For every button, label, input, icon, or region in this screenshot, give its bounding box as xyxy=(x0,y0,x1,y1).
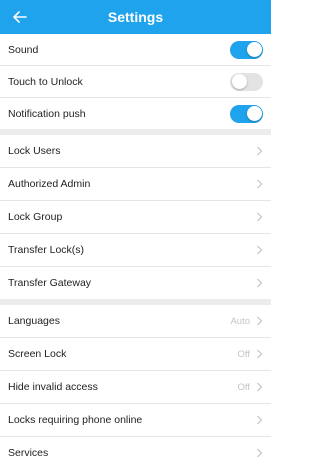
page-title: Settings xyxy=(107,9,164,25)
menu-item-label: Lock Group xyxy=(8,211,63,223)
menu-item-label: Hide invalid access xyxy=(8,381,98,393)
settings-screen: Settings Sound Touch to Unlock Notificat… xyxy=(0,0,271,457)
menu-item-languages[interactable]: Languages Auto xyxy=(0,305,271,338)
chevron-right-icon xyxy=(257,179,263,189)
notification-push-toggle[interactable] xyxy=(230,104,263,123)
toggle-knob xyxy=(246,42,262,57)
setting-value: Auto xyxy=(230,315,250,327)
menu-item-lock-group[interactable]: Lock Group xyxy=(0,201,271,234)
lock-menu-group: Lock Users Authorized Admin Lock Group T… xyxy=(0,135,271,299)
toggle-knob xyxy=(231,74,247,89)
menu-item-hide-invalid-access[interactable]: Hide invalid access Off xyxy=(0,371,271,404)
menu-item-label: Transfer Lock(s) xyxy=(8,244,85,256)
setting-row-notification-push: Notification push xyxy=(0,98,271,129)
menu-item-transfer-locks[interactable]: Transfer Lock(s) xyxy=(0,234,271,267)
menu-item-label: Screen Lock xyxy=(8,348,67,360)
sound-toggle[interactable] xyxy=(230,40,263,59)
toggle-knob xyxy=(246,106,262,121)
chevron-right-icon xyxy=(257,349,263,359)
setting-value: Off xyxy=(237,381,251,393)
menu-item-transfer-gateway[interactable]: Transfer Gateway xyxy=(0,267,271,299)
menu-item-lock-users[interactable]: Lock Users xyxy=(0,135,271,168)
chevron-right-icon xyxy=(257,146,263,156)
menu-item-label: Languages xyxy=(8,315,60,327)
menu-item-services[interactable]: Services xyxy=(0,437,271,457)
menu-item-label: Lock Users xyxy=(8,145,61,157)
chevron-right-icon xyxy=(257,316,263,326)
menu-item-locks-requiring-phone-online[interactable]: Locks requiring phone online xyxy=(0,404,271,437)
header-bar: Settings xyxy=(0,0,271,34)
setting-row-touch-to-unlock: Touch to Unlock xyxy=(0,66,271,98)
menu-item-authorized-admin[interactable]: Authorized Admin xyxy=(0,168,271,201)
chevron-right-icon xyxy=(257,382,263,392)
setting-label: Touch to Unlock xyxy=(8,75,83,88)
menu-item-label: Locks requiring phone online xyxy=(8,414,143,426)
setting-row-sound: Sound xyxy=(0,34,271,66)
chevron-right-icon xyxy=(257,415,263,425)
touch-to-unlock-toggle[interactable] xyxy=(230,72,263,91)
menu-item-screen-lock[interactable]: Screen Lock Off xyxy=(0,338,271,371)
menu-item-label: Authorized Admin xyxy=(8,178,91,190)
setting-value: Off xyxy=(237,348,251,360)
chevron-right-icon xyxy=(257,278,263,288)
preferences-group: Languages Auto Screen Lock Off Hide inva… xyxy=(0,305,271,457)
menu-item-label: Services xyxy=(8,447,49,457)
menu-item-label: Transfer Gateway xyxy=(8,277,92,289)
chevron-right-icon xyxy=(257,212,263,222)
setting-label: Notification push xyxy=(8,107,86,120)
toggle-group: Sound Touch to Unlock Notification push xyxy=(0,34,271,129)
chevron-right-icon xyxy=(257,245,263,255)
chevron-right-icon xyxy=(257,448,263,457)
setting-label: Sound xyxy=(8,43,39,56)
